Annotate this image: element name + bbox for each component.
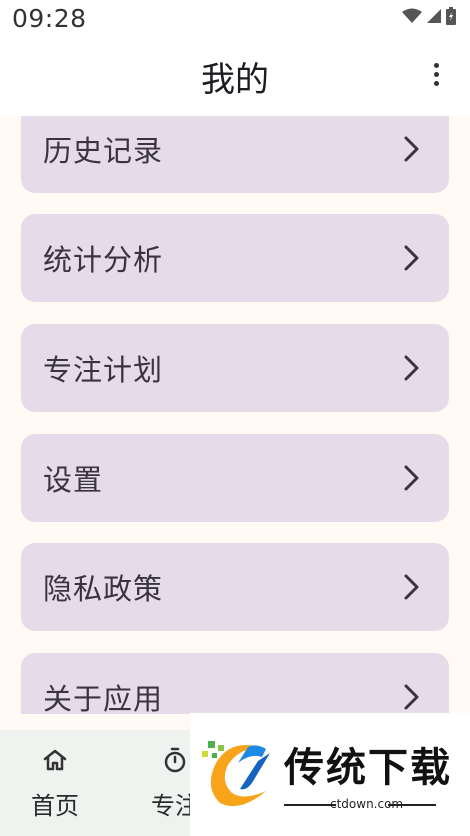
chevron-right-icon [404, 136, 419, 162]
menu-item-label: 设置 [43, 463, 104, 497]
chevron-right-icon [404, 684, 419, 710]
battery-icon [446, 7, 456, 25]
menu-item-label: 关于应用 [43, 682, 164, 714]
more-vert-icon [433, 62, 439, 68]
ctdown-logo-icon [202, 741, 270, 807]
menu-item-privacy-policy[interactable]: 隐私政策 [21, 543, 449, 631]
status-bar: 09:28 [0, 0, 470, 40]
chevron-right-icon [404, 355, 419, 381]
more-vert-icon-dot [433, 71, 439, 77]
menu-item-about[interactable]: 关于应用 [21, 653, 449, 714]
timer-icon [164, 747, 186, 773]
app-bar: 我的 [0, 40, 470, 116]
chevron-right-icon [404, 574, 419, 600]
page-title: 我的 [201, 60, 269, 100]
watermark-divider [284, 804, 336, 806]
menu-item-label: 历史记录 [43, 134, 164, 168]
wifi-icon [402, 8, 422, 23]
watermark-overlay: 传统下载 ctdown.com [190, 713, 470, 836]
status-icons [402, 6, 456, 26]
menu-item-focus-plan[interactable]: 专注计划 [21, 324, 449, 412]
menu-item-history[interactable]: 历史记录 [21, 116, 449, 193]
menu-scroll-area[interactable]: 历史记录 统计分析 专注计划 设置 隐私政策 关于应用 [0, 116, 470, 714]
menu-item-settings[interactable]: 设置 [21, 434, 449, 522]
home-icon [43, 749, 67, 771]
menu-item-label: 专注计划 [43, 353, 164, 387]
nav-label-home: 首页 [31, 792, 79, 820]
more-vert-icon-dot [433, 80, 439, 86]
watermark-divider [388, 804, 436, 806]
menu-item-label: 隐私政策 [43, 572, 164, 606]
nav-item-home[interactable]: 首页 [0, 730, 110, 836]
cell-signal-icon [427, 9, 441, 23]
chevron-right-icon [404, 245, 419, 271]
more-options-button[interactable] [426, 58, 446, 90]
menu-item-label: 统计分析 [43, 243, 164, 277]
chevron-right-icon [404, 465, 419, 491]
status-time: 09:28 [12, 4, 87, 33]
watermark-brand: 传统下载 [284, 745, 452, 791]
menu-item-statistics[interactable]: 统计分析 [21, 214, 449, 302]
